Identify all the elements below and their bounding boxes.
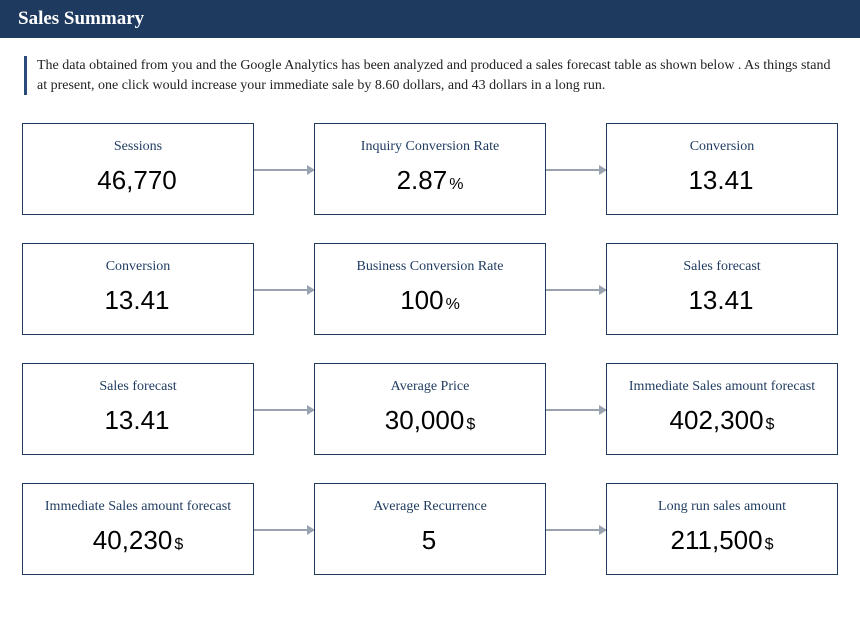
card-immediate-sales-forecast-2: Immediate Sales amount forecast 40,230 $ bbox=[22, 483, 254, 575]
card-value: 40,230 $ bbox=[29, 525, 247, 556]
card-conversion-2: Conversion 13.41 bbox=[22, 243, 254, 335]
card-sales-forecast: Sales forecast 13.41 bbox=[606, 243, 838, 335]
card-conversion: Conversion 13.41 bbox=[606, 123, 838, 215]
card-immediate-sales-forecast: Immediate Sales amount forecast 402,300$ bbox=[606, 363, 838, 455]
card-value: 13.41 bbox=[613, 165, 831, 196]
card-average-price: Average Price 30,000$ bbox=[314, 363, 546, 455]
card-value: 13.41 bbox=[613, 285, 831, 316]
card-inquiry-conversion-rate: Inquiry Conversion Rate 2.87% bbox=[314, 123, 546, 215]
card-value: 2.87% bbox=[321, 165, 539, 196]
card-title: Immediate Sales amount forecast bbox=[613, 379, 831, 395]
card-value-unit: $ bbox=[466, 416, 475, 434]
summary-description: The data obtained from you and the Googl… bbox=[24, 56, 840, 95]
card-title: Immediate Sales amount forecast bbox=[29, 499, 247, 515]
card-value-number: 13.41 bbox=[104, 285, 169, 316]
metrics-grid-wrap: Sessions 46,770 Inquiry Conversion Rate … bbox=[22, 123, 838, 575]
page-header: Sales Summary bbox=[0, 0, 860, 38]
card-sessions: Sessions 46,770 bbox=[22, 123, 254, 215]
card-value-unit: % bbox=[449, 176, 463, 194]
card-value: 211,500$ bbox=[613, 525, 831, 556]
card-value: 5 bbox=[321, 525, 539, 556]
card-title: Sales forecast bbox=[613, 259, 831, 275]
card-value-number: 402,300 bbox=[670, 405, 764, 436]
card-title: Average Price bbox=[321, 379, 539, 395]
card-title: Average Recurrence bbox=[321, 499, 539, 515]
card-value-unit: % bbox=[446, 296, 460, 314]
card-title: Inquiry Conversion Rate bbox=[321, 139, 539, 155]
card-value: 46,770 bbox=[29, 165, 247, 196]
card-title: Business Conversion Rate bbox=[321, 259, 539, 275]
card-sales-forecast-2: Sales forecast 13.41 bbox=[22, 363, 254, 455]
card-value-number: 5 bbox=[422, 525, 436, 556]
card-title: Sales forecast bbox=[29, 379, 247, 395]
card-value-number: 13.41 bbox=[688, 165, 753, 196]
card-title: Long run sales amount bbox=[613, 499, 831, 515]
card-value: 100% bbox=[321, 285, 539, 316]
metrics-grid: Sessions 46,770 Inquiry Conversion Rate … bbox=[22, 123, 838, 575]
card-business-conversion-rate: Business Conversion Rate 100% bbox=[314, 243, 546, 335]
card-value-number: 46,770 bbox=[97, 165, 177, 196]
card-title: Conversion bbox=[613, 139, 831, 155]
page-title: Sales Summary bbox=[18, 8, 144, 29]
card-value-unit: $ bbox=[765, 536, 774, 554]
card-value-number: 2.87 bbox=[397, 165, 448, 196]
card-value-unit: $ bbox=[174, 536, 183, 554]
card-title: Sessions bbox=[29, 139, 247, 155]
card-title: Conversion bbox=[29, 259, 247, 275]
card-value-number: 40,230 bbox=[93, 525, 173, 556]
card-long-run-sales: Long run sales amount 211,500$ bbox=[606, 483, 838, 575]
card-value-unit: $ bbox=[766, 416, 775, 434]
card-value-number: 30,000 bbox=[385, 405, 465, 436]
card-value: 30,000$ bbox=[321, 405, 539, 436]
card-value-number: 100 bbox=[400, 285, 443, 316]
card-value-number: 13.41 bbox=[104, 405, 169, 436]
card-value-number: 13.41 bbox=[688, 285, 753, 316]
card-value-number: 211,500 bbox=[671, 525, 763, 556]
card-value: 13.41 bbox=[29, 285, 247, 316]
card-value: 13.41 bbox=[29, 405, 247, 436]
card-average-recurrence: Average Recurrence 5 bbox=[314, 483, 546, 575]
card-value: 402,300$ bbox=[613, 405, 831, 436]
